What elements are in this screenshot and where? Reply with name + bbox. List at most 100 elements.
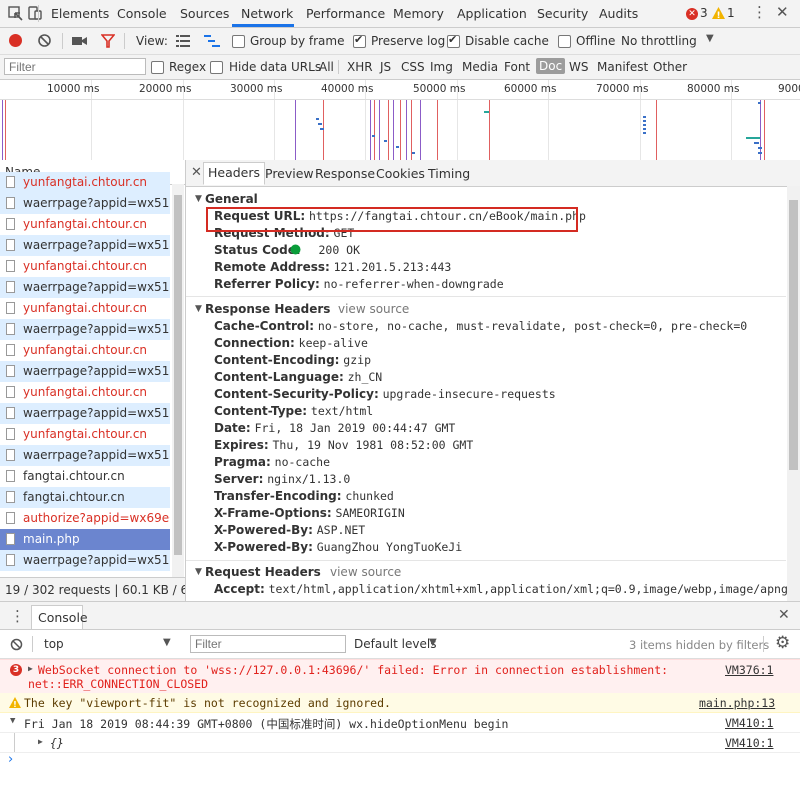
request-row[interactable]: yunfangtai.chtour.cn — [0, 340, 170, 361]
tab-preview[interactable]: Preview — [265, 166, 314, 181]
console-settings-gear-icon[interactable]: ⚙ — [775, 633, 790, 653]
device-toolbar-icon[interactable] — [27, 5, 43, 21]
tab-audits[interactable]: Audits — [599, 6, 638, 21]
general-section-title[interactable]: General — [205, 192, 258, 206]
detail-scroll-thumb[interactable] — [789, 200, 798, 470]
collapse-response-headers-icon[interactable]: ▼ — [195, 304, 202, 314]
request-list-scroll-thumb[interactable] — [174, 195, 182, 555]
log-levels-select[interactable]: Default levels — [354, 637, 436, 651]
close-devtools-icon[interactable]: ✕ — [776, 3, 789, 21]
more-options-icon[interactable]: ⋮ — [752, 3, 767, 21]
console-source-link[interactable]: VM376:1 — [725, 663, 773, 677]
disable-cache-checkbox[interactable] — [447, 33, 460, 48]
waterfall-overview-icon[interactable] — [204, 35, 220, 47]
preserve-log-checkbox[interactable] — [353, 33, 366, 48]
request-row[interactable]: waerrpage?appid=wx51822 — [0, 319, 170, 340]
tab-elements[interactable]: Elements — [51, 6, 109, 21]
type-filter-manifest[interactable]: Manifest — [597, 60, 648, 74]
levels-chevron-icon[interactable]: ▼ — [429, 637, 437, 648]
request-row[interactable]: yunfangtai.chtour.cn — [0, 172, 170, 193]
regex-checkbox[interactable] — [151, 61, 164, 74]
tab-headers[interactable]: Headers — [203, 162, 266, 185]
timeline-marker — [2, 100, 3, 160]
clear-icon[interactable] — [37, 33, 52, 48]
tab-memory[interactable]: Memory — [393, 6, 444, 21]
console-filter-input[interactable] — [190, 635, 346, 653]
request-row[interactable]: yunfangtai.chtour.cn — [0, 214, 170, 235]
request-row[interactable]: fangtai.chtour.cn — [0, 466, 170, 487]
console-error-message[interactable]: 3 ▶ WebSocket connection to 'wss://127.0… — [0, 659, 800, 694]
drawer-menu-icon[interactable]: ⋮ — [10, 607, 25, 625]
close-drawer-icon[interactable]: ✕ — [778, 607, 790, 623]
context-select[interactable]: top — [44, 637, 64, 651]
screenshot-camera-icon[interactable] — [72, 35, 88, 47]
console-source-link[interactable]: VM410:1 — [725, 736, 773, 750]
error-icon[interactable]: ✕ — [686, 8, 698, 20]
chevron-down-icon[interactable]: ▼ — [706, 33, 714, 44]
tab-sources[interactable]: Sources — [180, 6, 229, 21]
offline-checkbox[interactable] — [558, 35, 571, 48]
context-chevron-icon[interactable]: ▼ — [163, 637, 171, 648]
drawer-tab-console[interactable]: Console — [31, 605, 88, 629]
request-row[interactable]: main.php — [0, 529, 170, 550]
tab-performance[interactable]: Performance — [306, 6, 385, 21]
type-filter-js[interactable]: JS — [380, 60, 391, 74]
request-row[interactable]: waerrpage?appid=wx51822 — [0, 403, 170, 424]
type-filter-ws[interactable]: WS — [569, 60, 588, 74]
expand-arrow-icon[interactable]: ▶ — [38, 737, 43, 746]
tab-timing[interactable]: Timing — [428, 166, 470, 181]
request-row[interactable]: waerrpage?appid=wx51822 — [0, 550, 170, 571]
request-row[interactable]: yunfangtai.chtour.cn — [0, 382, 170, 403]
request-row[interactable]: waerrpage?appid=wx51822 — [0, 193, 170, 214]
warning-icon[interactable]: ! — [712, 7, 725, 19]
request-view-source-link[interactable]: view source — [330, 565, 401, 579]
type-filter-other[interactable]: Other — [653, 60, 687, 74]
response-headers-title[interactable]: Response Headers — [205, 302, 330, 316]
tab-response[interactable]: Response — [315, 166, 375, 181]
network-overview-timeline[interactable]: 10000 ms 20000 ms 30000 ms 40000 ms 5000… — [0, 80, 800, 161]
request-row[interactable]: waerrpage?appid=wx51822 — [0, 361, 170, 382]
tab-network[interactable]: Network — [241, 6, 293, 21]
type-filter-font[interactable]: Font — [504, 60, 530, 74]
type-filter-media[interactable]: Media — [462, 60, 498, 74]
expand-arrow-icon[interactable]: ▶ — [28, 664, 33, 673]
type-filter-all[interactable]: All — [319, 60, 334, 74]
filter-input[interactable] — [4, 58, 146, 75]
collapse-group-icon[interactable]: ▼ — [10, 716, 15, 726]
type-filter-img[interactable]: Img — [430, 60, 453, 74]
request-row[interactable]: yunfangtai.chtour.cn — [0, 424, 170, 445]
type-filter-css[interactable]: CSS — [401, 60, 425, 74]
tab-application[interactable]: Application — [457, 6, 527, 21]
console-source-link[interactable]: VM410:1 — [725, 716, 773, 730]
type-filter-doc[interactable]: Doc — [536, 58, 566, 74]
tab-console[interactable]: Console — [117, 6, 167, 21]
tab-security[interactable]: Security — [537, 6, 588, 21]
tab-cookies[interactable]: Cookies — [376, 166, 425, 181]
request-headers-title[interactable]: Request Headers — [205, 565, 321, 579]
request-row[interactable]: waerrpage?appid=wx51822 — [0, 445, 170, 466]
console-log-group[interactable]: ▼ Fri Jan 18 2019 08:44:39 GMT+0800 (中国标… — [0, 713, 800, 733]
console-object-entry[interactable]: ▶ {} VM410:1 — [0, 733, 800, 753]
request-row[interactable]: fangtai.chtour.cn — [0, 487, 170, 508]
record-icon[interactable] — [9, 34, 22, 47]
throttling-select[interactable]: No throttling — [621, 34, 697, 48]
request-row[interactable]: waerrpage?appid=wx51822 — [0, 235, 170, 256]
large-rows-icon[interactable] — [176, 35, 190, 47]
request-row[interactable]: waerrpage?appid=wx51822 — [0, 277, 170, 298]
hide-data-urls-checkbox[interactable] — [210, 61, 223, 74]
console-input[interactable] — [22, 754, 792, 770]
clear-console-icon[interactable] — [10, 638, 23, 651]
request-row[interactable]: yunfangtai.chtour.cn — [0, 256, 170, 277]
filter-icon[interactable] — [101, 34, 115, 48]
close-detail-icon[interactable]: ✕ — [191, 165, 202, 180]
request-row[interactable]: yunfangtai.chtour.cn — [0, 298, 170, 319]
type-filter-xhr[interactable]: XHR — [347, 60, 373, 74]
console-source-link[interactable]: main.php:13 — [699, 696, 775, 710]
collapse-general-icon[interactable]: ▼ — [195, 194, 202, 204]
inspect-element-icon[interactable] — [8, 6, 24, 22]
console-warning-message[interactable]: ! The key "viewport-fit" is not recogniz… — [0, 693, 800, 713]
group-by-frame-checkbox[interactable] — [232, 35, 245, 48]
response-view-source-link[interactable]: view source — [338, 302, 409, 316]
collapse-request-headers-icon[interactable]: ▼ — [195, 567, 202, 577]
request-row[interactable]: authorize?appid=wx69e038 — [0, 508, 170, 529]
